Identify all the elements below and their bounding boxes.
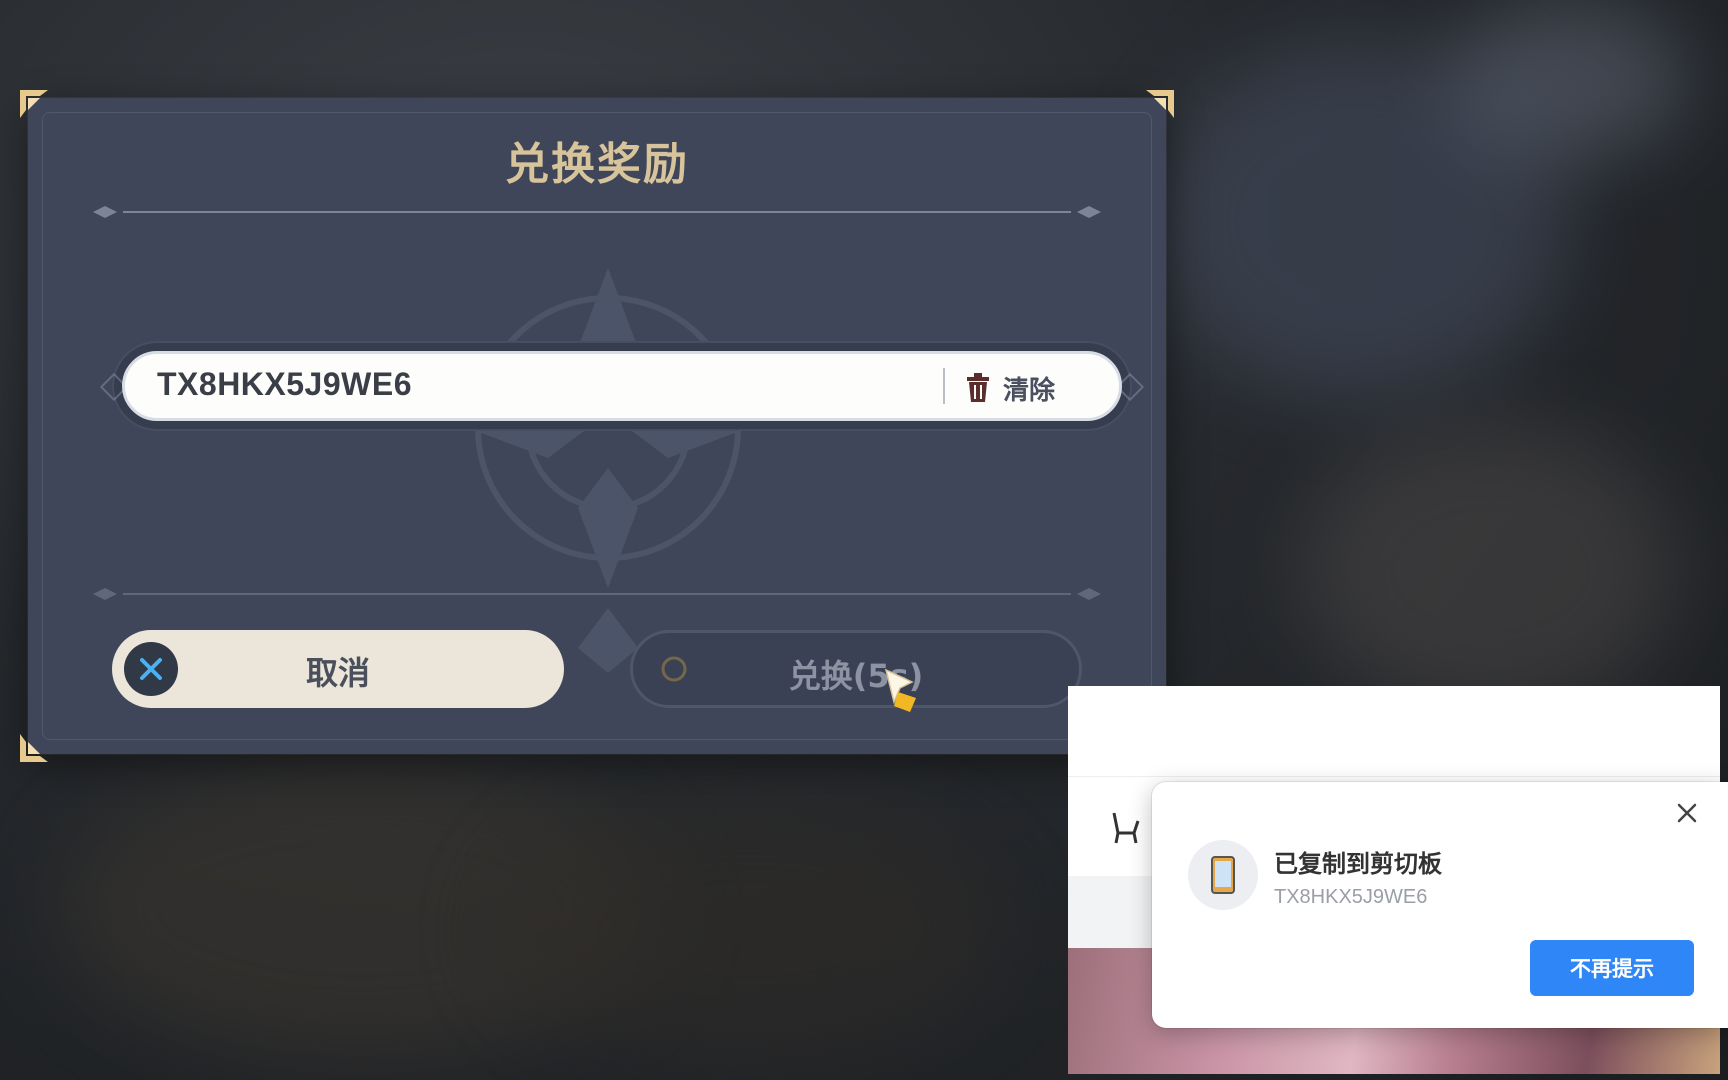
bottom-divider <box>83 584 1111 604</box>
chair-icon[interactable] <box>1108 807 1142 847</box>
emblem-watermark <box>468 268 748 673</box>
phone-icon <box>1211 856 1235 894</box>
close-icon[interactable] <box>1672 798 1702 828</box>
corner-ornament-icon <box>18 88 52 122</box>
cancel-label: 取消 <box>305 654 370 692</box>
toast-copied-code: TX8HKX5J9WE6 <box>1274 886 1428 908</box>
redeem-code-input[interactable]: TX8HKX5J9WE6 清除 <box>122 351 1122 421</box>
toast-title: 已复制到剪切板 <box>1274 850 1442 878</box>
field-separator <box>943 368 945 404</box>
clipboard-toast: 已复制到剪切板 TX8HKX5J9WE6 不再提示 <box>1152 782 1728 1028</box>
dialog-title: 兑换奖励 <box>505 139 689 190</box>
clear-button[interactable]: 清除 <box>965 366 1055 410</box>
trash-icon <box>967 373 989 402</box>
corner-ornament-icon <box>18 730 52 764</box>
cursor-icon <box>884 668 916 712</box>
title-divider <box>83 202 1111 222</box>
redeem-code-value: TX8HKX5J9WE6 <box>157 366 412 402</box>
redeem-dialog: 兑换奖励 TX8HKX5J9WE6 清除 取消 兑换(5s) <box>20 90 1174 762</box>
redeem-label: 兑换(5s) <box>788 657 924 695</box>
redeem-code-field: TX8HKX5J9WE6 清除 <box>99 341 1145 431</box>
redeem-button[interactable]: 兑换(5s) <box>630 630 1082 708</box>
cancel-button[interactable]: 取消 <box>112 630 564 708</box>
phone-icon-wrap <box>1188 840 1258 910</box>
corner-ornament-icon <box>1142 88 1176 122</box>
clear-label: 清除 <box>1003 375 1056 406</box>
dont-show-again-button[interactable]: 不再提示 <box>1530 940 1694 996</box>
